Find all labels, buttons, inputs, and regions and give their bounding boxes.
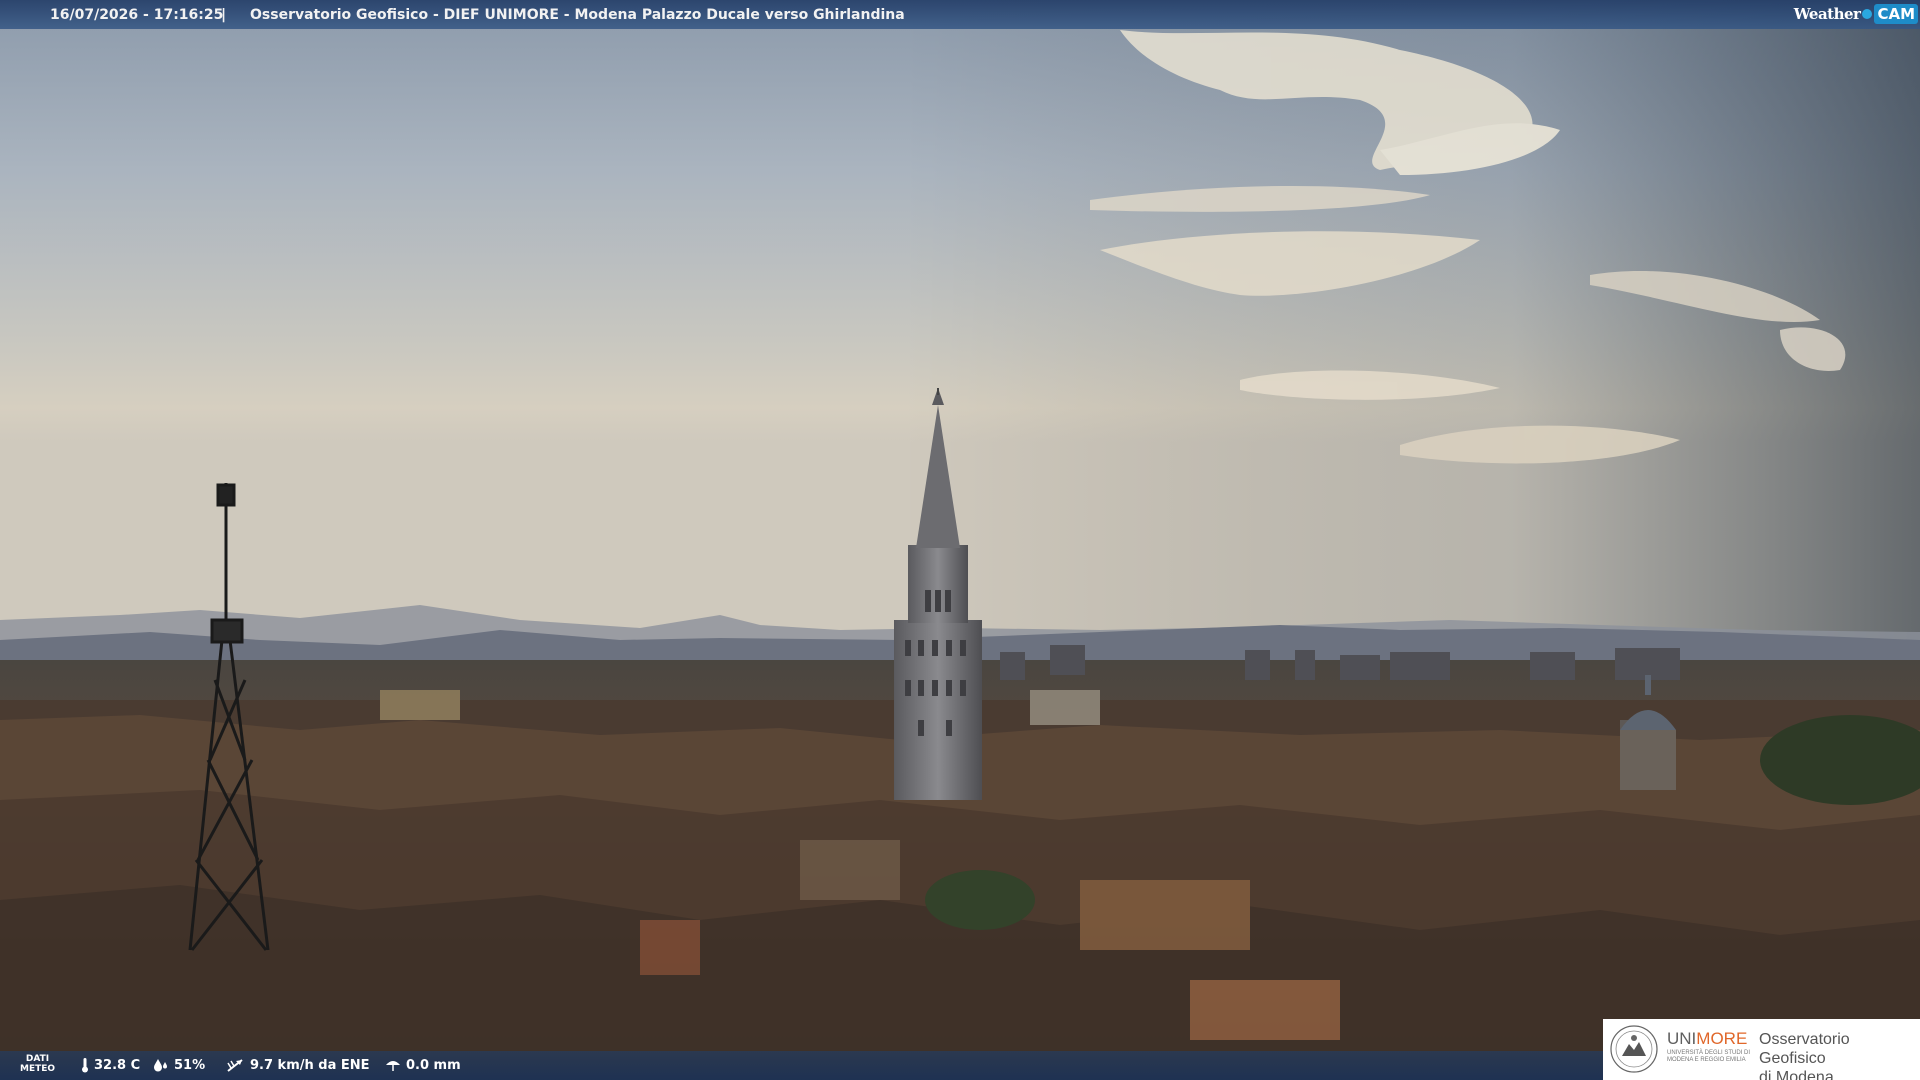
brand-weather-text: Weather xyxy=(1793,5,1861,23)
top-info-bar: 16/07/2026 - 17:16:25 | Osservatorio Geo… xyxy=(0,0,1920,29)
camera-title: Osservatorio Geofisico - DIEF UNIMORE - … xyxy=(250,7,905,23)
thermometer-icon xyxy=(82,1058,88,1073)
brand-cam-text: CAM xyxy=(1874,4,1918,24)
observatory-name: Osservatorio Geofisico di Modena xyxy=(1759,1031,1850,1080)
separator: | xyxy=(221,7,227,23)
logo-dot-icon xyxy=(1862,9,1873,19)
webcam-frame: 16/07/2026 - 17:16:25 | Osservatorio Geo… xyxy=(0,0,1920,1080)
humidity-reading: 51% xyxy=(152,1057,205,1073)
humidity-drops-icon xyxy=(154,1059,167,1072)
university-seal-icon xyxy=(1610,1025,1658,1073)
unimore-subtitle: UNIVERSITÀ DEGLI STUDI DI MODENA E REGGI… xyxy=(1667,1050,1751,1063)
unimore-wordmark: UNIMORE xyxy=(1667,1029,1748,1048)
rain-reading: 0.0 mm xyxy=(384,1057,461,1073)
weathercam-logo: Weather CAM xyxy=(1794,3,1918,25)
wind-reading: 9.7 km/h da ENE xyxy=(226,1057,370,1073)
temperature-reading: 32.8 C xyxy=(80,1057,140,1073)
wind-direction-icon xyxy=(227,1059,243,1072)
city-panorama xyxy=(0,0,1920,1080)
unimore-badge: UNIMORE UNIVERSITÀ DEGLI STUDI DI MODENA… xyxy=(1603,1019,1920,1080)
timestamp: 16/07/2026 - 17:16:25 xyxy=(50,7,224,23)
umbrella-rain-icon xyxy=(386,1061,400,1071)
dati-meteo-label: DATI METEO xyxy=(20,1054,56,1074)
